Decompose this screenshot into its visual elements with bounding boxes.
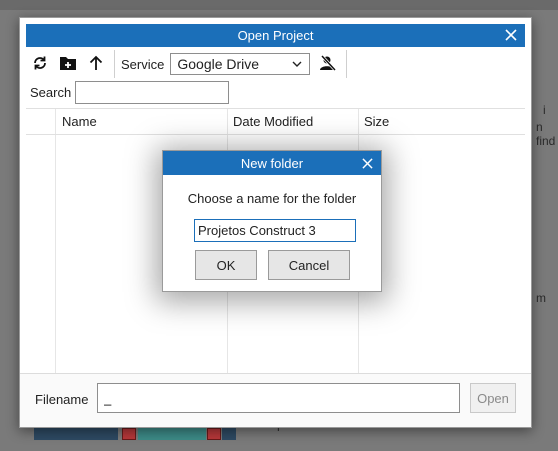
service-label: Service [121, 56, 165, 72]
background-text: n find [536, 120, 556, 148]
background-thumbnail [138, 428, 206, 440]
dialog-titlebar: Open Project [26, 24, 525, 47]
service-select-value: Google Drive [177, 56, 260, 72]
new-folder-prompt: Choose a name for the folder [187, 191, 357, 206]
column-divider [55, 109, 56, 373]
ok-button[interactable]: OK [195, 250, 257, 280]
background-text: i [543, 103, 546, 117]
folder-name-input[interactable]: Projetos Construct 3 [194, 219, 356, 242]
dialog-title: Open Project [237, 28, 314, 43]
filename-input[interactable] [97, 383, 460, 413]
toolbar-divider [346, 50, 348, 78]
column-header-date-modified[interactable]: Date Modified [233, 114, 313, 129]
background-thumbnail-badge [122, 428, 136, 440]
search-label: Search [30, 85, 72, 100]
file-list-header: Name Date Modified Size [26, 109, 525, 135]
new-folder-dialog: New folder Choose a name for the folder … [162, 150, 382, 292]
new-folder-titlebar: New folder [163, 151, 381, 175]
filename-label: Filename [35, 392, 89, 407]
user-off-icon [319, 54, 337, 74]
new-folder-title: New folder [240, 155, 304, 171]
folder-name-value: Projetos Construct 3 [198, 223, 316, 238]
refresh-icon [32, 55, 48, 74]
background-text: m [536, 291, 546, 305]
open-button[interactable]: Open [470, 383, 516, 413]
background-top-strip [0, 0, 558, 10]
background-thumbnail-badge [207, 428, 221, 440]
chevron-down-icon [291, 57, 303, 73]
sign-out-button[interactable] [314, 51, 342, 77]
close-icon[interactable] [501, 25, 521, 45]
new-folder-button[interactable] [54, 51, 82, 77]
column-header-size[interactable]: Size [364, 114, 389, 129]
refresh-button[interactable] [26, 51, 54, 77]
background-thumbnail [222, 428, 236, 440]
cancel-button[interactable]: Cancel [268, 250, 350, 280]
new-folder-icon [59, 55, 77, 74]
column-header-name[interactable]: Name [62, 114, 97, 129]
arrow-up-icon [89, 55, 103, 74]
parent-folder-button[interactable] [82, 51, 110, 77]
dialog-footer: Filename Open [20, 373, 531, 427]
toolbar: Service Google Drive [26, 49, 525, 79]
service-select[interactable]: Google Drive [170, 53, 311, 75]
search-input[interactable] [75, 81, 229, 104]
toolbar-divider [114, 50, 115, 78]
close-icon[interactable] [357, 153, 377, 173]
background-thumbnail [34, 428, 118, 440]
